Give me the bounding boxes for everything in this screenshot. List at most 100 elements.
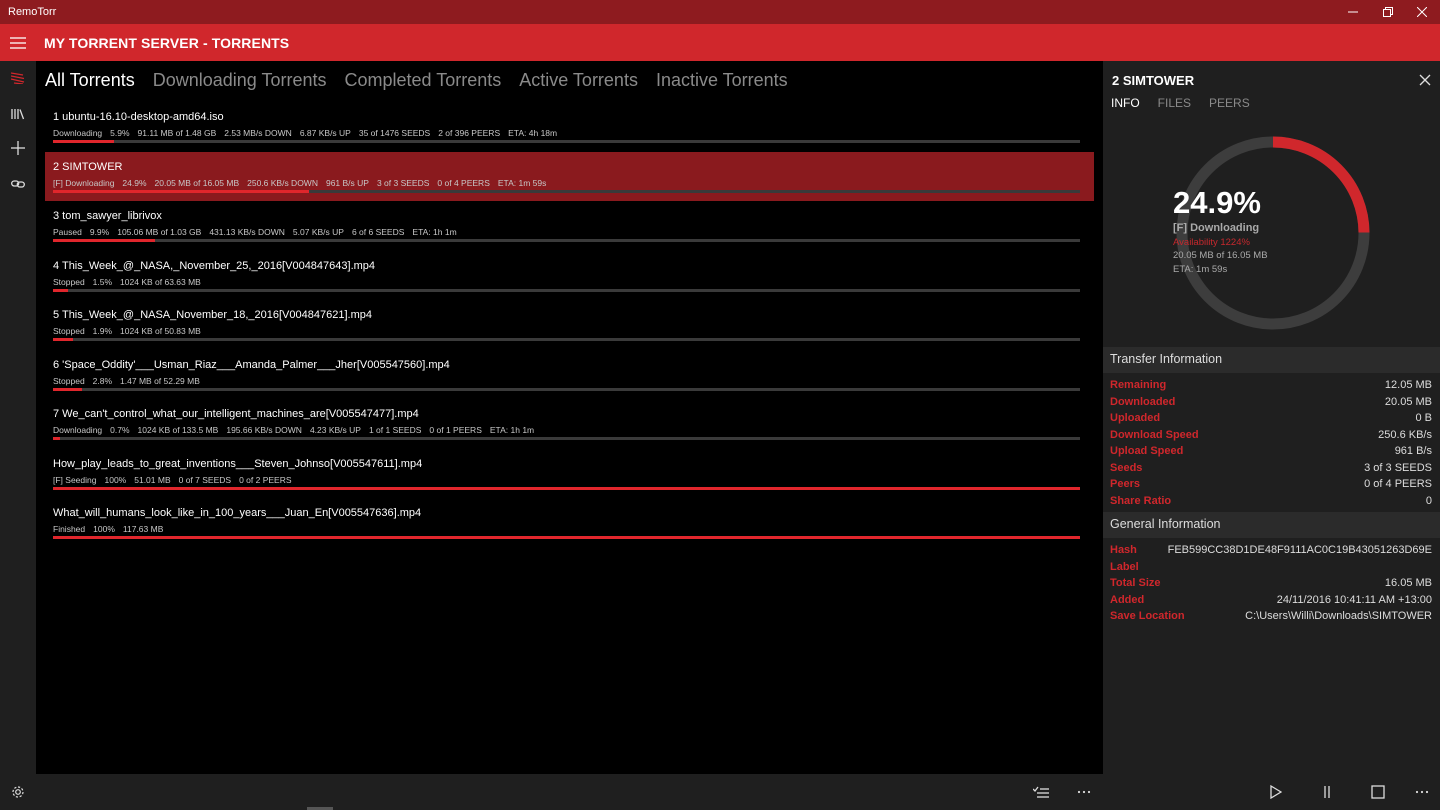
nav-torrents[interactable] bbox=[0, 61, 36, 95]
tab-downloading-torrents[interactable]: Downloading Torrents bbox=[153, 69, 327, 93]
info-key: Upload Speed bbox=[1110, 445, 1184, 457]
torrent-stat: 3 of 3 SEEDS bbox=[376, 177, 430, 188]
info-value: 0 of 4 PEERS bbox=[1364, 478, 1432, 490]
tab-info[interactable]: INFO bbox=[1111, 96, 1140, 110]
resume-button[interactable] bbox=[1256, 774, 1296, 810]
torrent-stats: Paused 9.9% 105.06 MB of 1.03 GB 431.13 KB/… bbox=[53, 227, 465, 237]
torrent-stats: Downloading 5.9% 91.11 MB of 1.48 GB 2.53 M… bbox=[53, 128, 565, 138]
info-key: Uploaded bbox=[1110, 412, 1161, 424]
more-options-button[interactable] bbox=[1064, 774, 1104, 810]
torrent-stat: 5.9% bbox=[110, 128, 130, 138]
torrent-stat: ETA: 4h 18m bbox=[508, 128, 558, 138]
minimize-icon bbox=[1348, 11, 1358, 13]
torrent-stat: 1.5% bbox=[92, 276, 113, 287]
torrent-row[interactable]: How_play_leads_to_great_inventions___Ste… bbox=[45, 449, 1094, 498]
hamburger-menu-button[interactable] bbox=[0, 24, 36, 61]
torrent-stat: [F] Downloading bbox=[53, 177, 115, 188]
settings-button[interactable] bbox=[0, 774, 36, 810]
torrent-stats: Stopped 1.9% 1024 KB of 50.83 MB bbox=[53, 326, 209, 336]
torrent-row[interactable]: 2 SIMTOWER [F] Downloading 24.9% 20.05 MB o… bbox=[45, 151, 1094, 201]
info-key: Label bbox=[1110, 560, 1139, 573]
torrent-name: What_will_humans_look_like_in_100_years_… bbox=[53, 507, 422, 519]
app-header: MY TORRENT SERVER - TORRENTS bbox=[0, 24, 1440, 61]
info-row: Share Ratio 0 bbox=[1110, 495, 1432, 511]
nav-add-link[interactable] bbox=[0, 167, 36, 201]
torrent-stat: 0 of 2 PEERS bbox=[239, 474, 292, 485]
info-key: Remaining bbox=[1110, 379, 1167, 391]
torrent-row[interactable]: 1 ubuntu-16.10-desktop-amd64.iso Download… bbox=[45, 102, 1094, 151]
availability-text: Availability 1224% bbox=[1173, 237, 1250, 248]
torrent-row[interactable]: 7 We_can't_control_what_our_intelligent_… bbox=[45, 399, 1094, 448]
info-key: Share Ratio bbox=[1110, 494, 1172, 507]
info-row: Total Size 16.05 MB bbox=[1110, 577, 1432, 593]
tab-completed-torrents[interactable]: Completed Torrents bbox=[344, 69, 501, 93]
transfer-info-title: Transfer Information bbox=[1110, 352, 1223, 366]
info-row: Added 24/11/2016 10:41:11 AM +13:00 bbox=[1110, 594, 1432, 610]
torrent-stat: 100% bbox=[104, 474, 127, 485]
torrent-stat: Stopped bbox=[53, 276, 85, 287]
torrent-stat: 250.6 KB/s DOWN bbox=[247, 177, 318, 188]
torrent-name: 7 We_can't_control_what_our_intelligent_… bbox=[53, 408, 419, 420]
detail-more-options-button[interactable] bbox=[1402, 774, 1440, 810]
info-row: Hash FEB599CC38D1DE48F9111AC0C19B43051263… bbox=[1110, 544, 1432, 560]
torrent-progress-fill bbox=[53, 536, 1080, 539]
torrent-stats: Finished 100% 117.63 MB bbox=[53, 524, 171, 534]
close-window-button[interactable] bbox=[1405, 0, 1439, 24]
torrent-row[interactable]: 6 'Space_Oddity'___Usman_Riaz___Amanda_P… bbox=[45, 350, 1094, 399]
nav-rail bbox=[0, 61, 36, 810]
info-row: Seeds 3 of 3 SEEDS bbox=[1110, 462, 1432, 478]
tab-peers[interactable]: PEERS bbox=[1209, 96, 1250, 110]
transfer-info-header: Transfer Information bbox=[1103, 347, 1440, 373]
pause-button[interactable] bbox=[1307, 774, 1347, 810]
torrent-stat: 0 of 7 SEEDS bbox=[178, 474, 232, 485]
app-title: RemoTorr bbox=[8, 6, 57, 18]
torrent-progress-bar bbox=[53, 140, 1080, 143]
minimize-button[interactable] bbox=[1336, 0, 1370, 24]
select-mode-button[interactable] bbox=[1021, 774, 1061, 810]
info-row: Peers 0 of 4 PEERS bbox=[1110, 478, 1432, 494]
torrent-stat: Stopped bbox=[53, 326, 85, 336]
torrent-row[interactable]: 4 This_Week_@_NASA,_November_25,_2016[V0… bbox=[45, 251, 1094, 300]
info-row: Uploaded 0 B bbox=[1110, 412, 1432, 428]
restore-button[interactable] bbox=[1371, 0, 1405, 24]
tab-all-torrents[interactable]: All Torrents bbox=[45, 69, 135, 93]
torrent-stat: [F] Seeding bbox=[53, 474, 97, 485]
tab-active-torrents[interactable]: Active Torrents bbox=[519, 69, 638, 93]
torrent-progress-fill bbox=[53, 387, 82, 391]
torrent-progress-fill bbox=[53, 239, 155, 242]
info-value: 12.05 MB bbox=[1384, 379, 1432, 391]
close-detail-button[interactable] bbox=[1419, 73, 1433, 87]
torrent-stat: 961 B/s UP bbox=[325, 177, 369, 188]
info-value: 961 B/s bbox=[1394, 445, 1432, 457]
tab-files[interactable]: FILES bbox=[1158, 96, 1191, 110]
info-row: Label bbox=[1110, 561, 1432, 577]
torrent-name: 2 SIMTOWER bbox=[53, 160, 123, 173]
progress-ring: 24.9% [F] Downloading Availability 1224%… bbox=[1173, 133, 1373, 333]
torrent-stat: 0 of 4 PEERS bbox=[437, 177, 490, 188]
info-key: Downloaded bbox=[1110, 395, 1176, 408]
tab-inactive-torrents[interactable]: Inactive Torrents bbox=[656, 69, 788, 93]
general-info-title: General Information bbox=[1110, 517, 1221, 531]
torrent-progress-bar bbox=[53, 239, 1080, 242]
torrent-row[interactable]: 5 This_Week_@_NASA_November_18,_2016[V00… bbox=[45, 300, 1094, 349]
torrent-row[interactable]: What_will_humans_look_like_in_100_years_… bbox=[45, 498, 1094, 547]
torrent-stat: 24.9% bbox=[122, 177, 147, 188]
torrent-stats: Downloading 0.7% 1024 KB of 133.5 MB 195.66… bbox=[53, 425, 542, 435]
torrent-name: 3 tom_sawyer_librivox bbox=[53, 210, 162, 222]
torrent-progress-bar bbox=[53, 486, 1080, 490]
torrent-stats: [F] Seeding 100% 51.01 MB 0 of 7 SEEDS 0 of … bbox=[53, 475, 300, 485]
hamburger-icon bbox=[10, 36, 26, 49]
nav-add-torrent[interactable] bbox=[0, 131, 36, 165]
more-icon bbox=[1415, 790, 1429, 794]
nav-library[interactable] bbox=[0, 97, 36, 131]
torrent-row[interactable]: 3 tom_sawyer_librivox Paused 9.9% 105.06 MB… bbox=[45, 201, 1094, 250]
torrent-stats: [F] Downloading 24.9% 20.05 MB of 16.05 MB… bbox=[53, 178, 554, 188]
torrent-progress-fill bbox=[53, 486, 1080, 490]
torrents-icon bbox=[11, 72, 25, 84]
info-value: 20.05 MB bbox=[1384, 395, 1432, 408]
torrent-stat: 1.47 MB of 52.29 MB bbox=[120, 375, 200, 386]
torrent-progress-bar bbox=[53, 536, 1080, 539]
stop-button[interactable] bbox=[1358, 774, 1398, 810]
torrent-stat: 195.66 KB/s DOWN bbox=[226, 425, 302, 435]
torrent-progress-fill bbox=[53, 189, 309, 193]
